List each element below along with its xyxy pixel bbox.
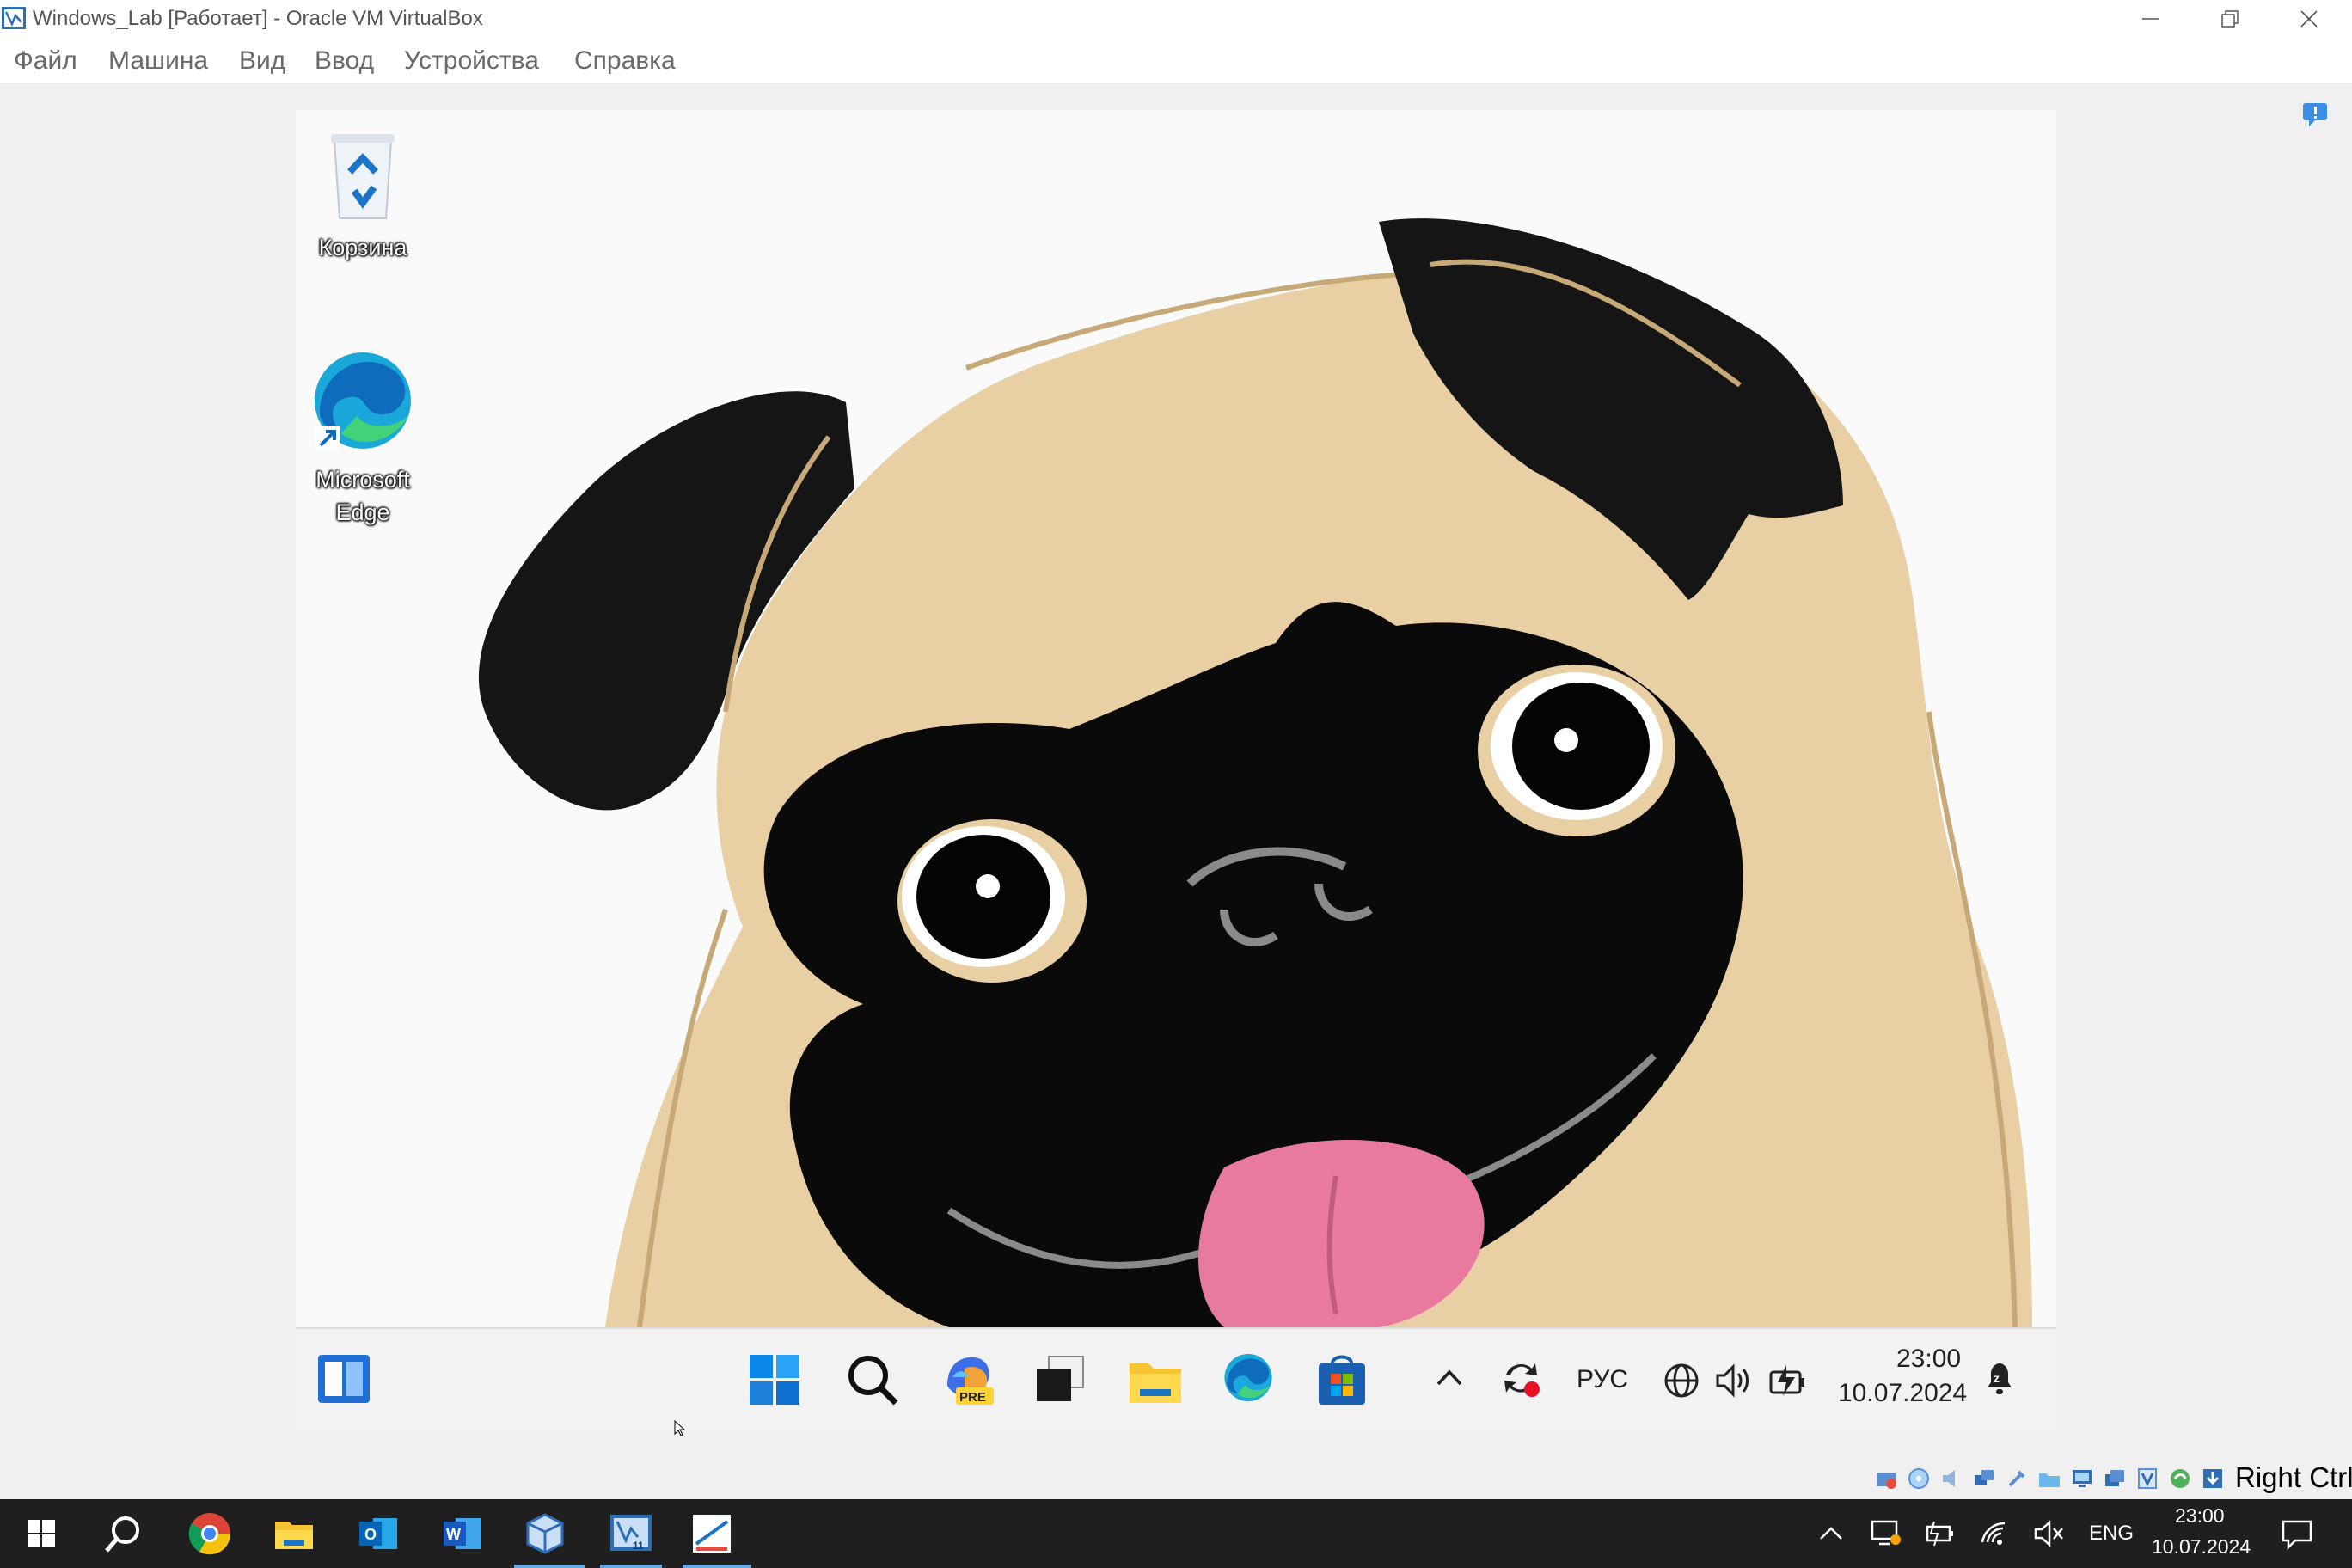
battery-charging-icon[interactable]: [1767, 1362, 1807, 1404]
copilot-pre-icon[interactable]: PRE: [940, 1351, 995, 1412]
recording-status-icon[interactable]: [2103, 1467, 2127, 1491]
active-app-indicator: [683, 1565, 751, 1568]
host-menu-bar: Файл Машина Вид Ввод Устройства Справка: [0, 40, 2352, 83]
host-input-language[interactable]: ENG: [2089, 1522, 2134, 1546]
notification-icon[interactable]: [2300, 100, 2330, 133]
host-key-label: Right Ctrl: [2235, 1461, 2352, 1493]
download-status-icon[interactable]: [2201, 1467, 2225, 1491]
globe-network-icon[interactable]: [1663, 1362, 1700, 1404]
menu-file[interactable]: Файл: [14, 46, 77, 76]
host-title-bar: Windows_Lab [Работает] - Oracle VM Virtu…: [0, 0, 2352, 40]
notifications-bell-icon[interactable]: z: [1981, 1358, 2018, 1402]
volume-muted-icon[interactable]: [2032, 1516, 2067, 1551]
action-center-icon[interactable]: [2278, 1515, 2316, 1553]
restore-icon: [2221, 10, 2239, 28]
host-taskbar: O W 11 ENG 23:00 10.07.2024: [0, 1499, 2352, 1568]
store-icon[interactable]: [1315, 1353, 1369, 1411]
battery-icon[interactable]: [1922, 1516, 1957, 1551]
window-title: Windows_Lab [Работает] - Oracle VM Virtu…: [33, 7, 483, 30]
task-view-icon[interactable]: [1035, 1355, 1087, 1407]
display-alert-icon[interactable]: [1869, 1516, 1903, 1551]
active-app-indicator: [514, 1565, 585, 1568]
search-icon[interactable]: [100, 1510, 148, 1558]
svg-text:z: z: [1994, 1371, 2000, 1385]
hard-disk-status-icon[interactable]: [1874, 1467, 1898, 1491]
volume-icon[interactable]: [1714, 1362, 1754, 1404]
edge-icon: [315, 352, 411, 450]
minimize-button[interactable]: [2113, 0, 2192, 40]
menu-input[interactable]: Ввод: [315, 46, 374, 76]
widgets-icon[interactable]: [316, 1353, 371, 1409]
guest-screen[interactable]: Корзина Microsoft Edge PRE РУС 23:00 10.…: [296, 110, 2056, 1430]
word-icon[interactable]: W: [438, 1510, 487, 1558]
menu-machine[interactable]: Машина: [108, 46, 208, 76]
chrome-icon[interactable]: [186, 1510, 234, 1558]
edge-icon[interactable]: [1221, 1351, 1276, 1411]
host-clock-time[interactable]: 23:00: [2175, 1504, 2225, 1528]
restore-button[interactable]: [2192, 0, 2271, 40]
guest-clock-time[interactable]: 23:00: [1896, 1344, 1961, 1374]
usb-status-icon[interactable]: [2005, 1467, 2029, 1491]
file-explorer-icon[interactable]: [1128, 1355, 1183, 1409]
svg-text:W: W: [446, 1526, 461, 1543]
shared-folders-status-icon[interactable]: [2037, 1467, 2061, 1491]
svg-text:PRE: PRE: [959, 1390, 986, 1405]
snipping-tool-icon[interactable]: [688, 1510, 736, 1558]
network-status-icon[interactable]: [1972, 1467, 1996, 1491]
guest-additions-status-icon[interactable]: [2168, 1467, 2192, 1491]
start-icon[interactable]: [748, 1353, 801, 1411]
windows-start-icon[interactable]: [17, 1510, 65, 1558]
search-icon[interactable]: [846, 1353, 899, 1411]
desktop-icon-label: Microsoft Edge: [315, 467, 417, 525]
recycle-bin-icon: [331, 134, 395, 219]
menu-help[interactable]: Справка: [574, 46, 676, 76]
guest-taskbar: PRE РУС 23:00 10.07.2024 z: [296, 1327, 2056, 1430]
sync-icon[interactable]: [1499, 1357, 1542, 1404]
mouse-cursor-icon: [674, 1420, 686, 1436]
vt-x-status-icon[interactable]: [2135, 1467, 2159, 1491]
guest-clock-date[interactable]: 10.07.2024: [1838, 1379, 1967, 1408]
svg-text:O: O: [364, 1526, 377, 1543]
desktop-icon-label: Корзина: [318, 235, 407, 260]
desktop-icon-edge[interactable]: Microsoft Edge: [298, 347, 427, 529]
svg-text:11: 11: [633, 1540, 644, 1552]
audio-status-icon[interactable]: [1939, 1467, 1963, 1491]
chevron-up-icon[interactable]: [1816, 1518, 1847, 1549]
virtualbox-vm-icon[interactable]: 11: [607, 1510, 655, 1558]
display-status-icon[interactable]: [2070, 1467, 2094, 1491]
file-explorer-icon[interactable]: [270, 1510, 318, 1558]
menu-view[interactable]: Вид: [239, 46, 285, 76]
close-icon: [2300, 10, 2318, 28]
chevron-up-icon[interactable]: [1436, 1367, 1463, 1392]
menu-devices[interactable]: Устройства: [404, 46, 539, 76]
optical-drive-status-icon[interactable]: [1907, 1467, 1931, 1491]
input-language[interactable]: РУС: [1577, 1365, 1628, 1394]
close-button[interactable]: [2271, 0, 2350, 40]
minimize-icon: [2142, 18, 2159, 20]
active-app-indicator: [600, 1565, 662, 1568]
host-clock-date[interactable]: 10.07.2024: [2152, 1535, 2251, 1559]
wifi-icon[interactable]: [1977, 1516, 2012, 1551]
outlook-icon[interactable]: O: [354, 1510, 402, 1558]
virtualbox-app-icon[interactable]: [0, 3, 29, 33]
desktop-icon-recycle-bin[interactable]: Корзина: [298, 124, 427, 264]
wallpaper-pug: [296, 110, 2056, 1327]
virtualbox-icon[interactable]: [521, 1510, 569, 1558]
